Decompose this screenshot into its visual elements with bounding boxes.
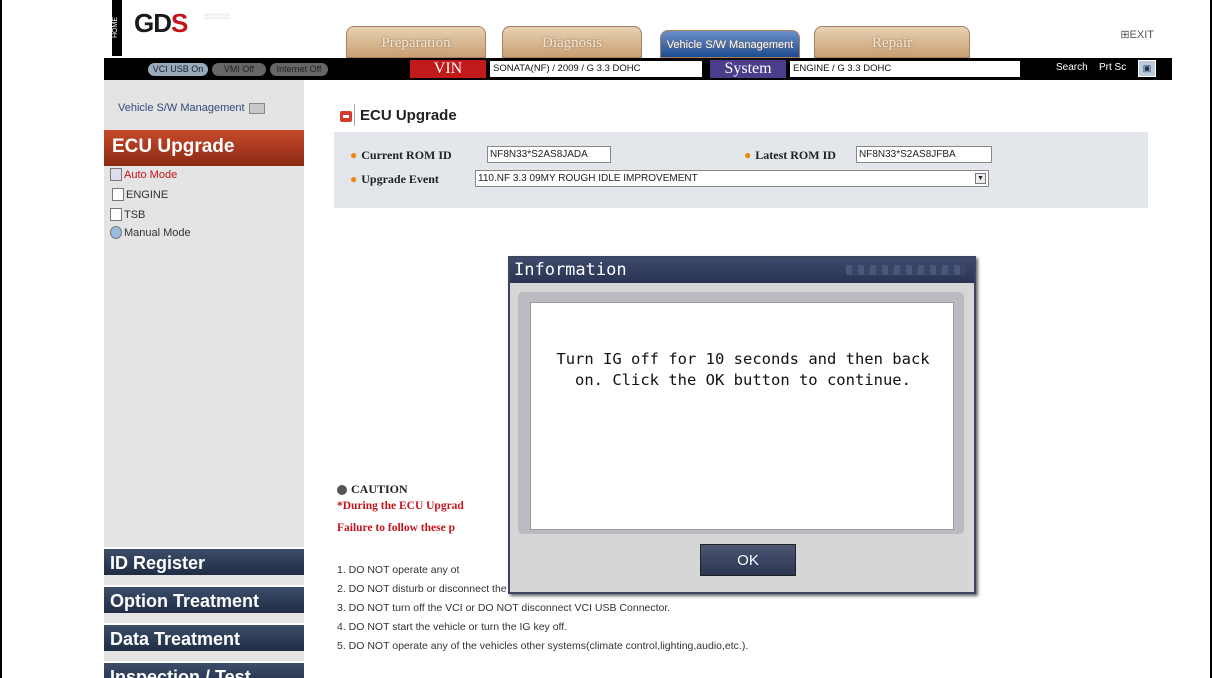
- bullet-icon: ●: [350, 172, 358, 186]
- upgrade-event-label: ● Upgrade Event: [350, 172, 439, 187]
- bullet-icon: ●: [744, 148, 752, 162]
- current-rom-label: ● Current ROM ID: [350, 148, 452, 163]
- title-divider: [354, 104, 355, 126]
- status-bar: VCI USB On VMI Off Internet Off VIN SONA…: [104, 58, 1172, 80]
- frame-border-right: [1210, 0, 1212, 678]
- exit-label: EXIT: [1129, 29, 1154, 41]
- nav-id-register[interactable]: ID Register: [104, 547, 304, 575]
- section-icon: [340, 111, 352, 122]
- latest-rom-label: ● Latest ROM ID: [744, 148, 836, 163]
- prtsc-label: Prt Sc: [1099, 62, 1127, 73]
- caution-icon: [337, 484, 347, 495]
- print-screen-icon[interactable]: ▣: [1138, 60, 1156, 77]
- tab-diagnosis[interactable]: Diagnosis: [502, 26, 642, 58]
- tree-item-tsb[interactable]: TSB: [110, 208, 145, 221]
- latest-rom-field: NF8N33*S2AS8JFBA: [856, 146, 992, 163]
- vehicle-sw-management-link[interactable]: Vehicle S/W Management: [104, 88, 304, 136]
- tab-preparation[interactable]: Preparation: [346, 26, 486, 58]
- tree-item-manual-mode[interactable]: Manual Mode: [110, 226, 191, 239]
- page-title: ECU Upgrade: [360, 107, 457, 124]
- vin-label: VIN: [410, 60, 486, 78]
- tree-item-label: TSB: [124, 208, 146, 221]
- sidebar: Vehicle S/W Management ECU Upgrade Auto …: [104, 80, 304, 678]
- home-button[interactable]: HOME: [112, 0, 122, 56]
- nav-data-treatment[interactable]: Data Treatment: [104, 623, 304, 651]
- tree-item-label: ENGINE: [126, 188, 169, 201]
- exit-button[interactable]: ⊞EXIT: [1120, 28, 1154, 41]
- tab-repair[interactable]: Repair: [814, 26, 970, 58]
- manual-mode-icon: [110, 226, 122, 239]
- caution-text-line-1: *During the ECU Upgrad: [337, 500, 464, 512]
- arrow-icon: [248, 102, 265, 114]
- upgrade-event-label-text: Upgrade Event: [361, 172, 439, 186]
- dialog-message: Turn IG off for 10 seconds and then back…: [556, 350, 930, 389]
- dialog-message-box: Turn IG off for 10 seconds and then back…: [530, 302, 954, 530]
- caution-rule-3: 3. DO NOT turn off the VCI or DO NOT dis…: [337, 602, 671, 614]
- internet-status: Internet Off: [270, 63, 328, 76]
- app-header: HOME GDS ░░░░░░ Preparation Diagnosis Ve…: [104, 0, 1172, 58]
- logo-tagline: ░░░░░░: [204, 14, 230, 20]
- logo-mark: S: [171, 8, 188, 38]
- system-label: System: [710, 60, 786, 78]
- document-icon: [110, 208, 122, 221]
- nav-inspection-test[interactable]: Inspection / Test: [104, 661, 304, 678]
- tree-item-label: Auto Mode: [124, 168, 178, 181]
- caution-text-line-2: Failure to follow these p: [337, 522, 455, 534]
- latest-rom-label-text: Latest ROM ID: [755, 148, 836, 162]
- vmi-status: VMI Off: [212, 63, 266, 76]
- book-icon: [110, 168, 122, 181]
- caution-rule-5: 5. DO NOT operate any of the vehicles ot…: [337, 640, 749, 652]
- vci-usb-status: VCI USB On: [148, 63, 208, 76]
- ok-button[interactable]: OK: [700, 544, 796, 576]
- gds-logo: GDS: [134, 8, 188, 39]
- tree-item-auto-mode[interactable]: Auto Mode: [110, 168, 177, 181]
- caution-heading: CAUTION: [337, 482, 408, 497]
- system-field: ENGINE / G 3.3 DOHC: [790, 61, 1020, 77]
- information-dialog: Information Turn IG off for 10 seconds a…: [508, 256, 976, 594]
- screenshot-frame: HOME GDS ░░░░░░ Preparation Diagnosis Ve…: [0, 0, 1213, 678]
- search-button[interactable]: Search: [1056, 62, 1088, 73]
- tree-item-label: Manual Mode: [124, 226, 191, 239]
- caution-heading-text: CAUTION: [351, 482, 408, 496]
- document-icon: [112, 188, 124, 201]
- current-rom-label-text: Current ROM ID: [361, 148, 452, 162]
- chevron-down-icon: ▼: [975, 173, 986, 184]
- current-rom-field: NF8N33*S2AS8JADA: [487, 146, 611, 163]
- vin-field: SONATA(NF) / 2009 / G 3.3 DOHC: [490, 61, 702, 77]
- caution-rule-4: 4. DO NOT start the vehicle or turn the …: [337, 621, 568, 633]
- dialog-title: Information: [510, 258, 974, 283]
- upgrade-event-value: 110.NF 3.3 09MY ROUGH IDLE IMPROVEMENT: [478, 173, 698, 184]
- ecu-upgrade-heading[interactable]: ECU Upgrade: [104, 130, 304, 166]
- caution-rule-1: 1. DO NOT operate any ot: [337, 564, 460, 576]
- frame-border-left: [0, 0, 2, 678]
- upgrade-event-select[interactable]: 110.NF 3.3 09MY ROUGH IDLE IMPROVEMENT ▼: [475, 170, 989, 187]
- vsw-link-label: Vehicle S/W Management: [118, 102, 245, 114]
- gds-application: HOME GDS ░░░░░░ Preparation Diagnosis Ve…: [104, 0, 1172, 678]
- bullet-icon: ●: [350, 148, 358, 162]
- logo-text: GD: [134, 8, 172, 38]
- nav-option-treatment[interactable]: Option Treatment: [104, 585, 304, 613]
- rom-info-panel: ● Current ROM ID NF8N33*S2AS8JADA ● Latest…: [334, 132, 1148, 208]
- tree-item-engine[interactable]: ENGINE: [112, 188, 168, 201]
- tab-vehicle-sw-management[interactable]: Vehicle S/W Management: [660, 30, 800, 58]
- exit-icon: ⊞: [1120, 29, 1130, 41]
